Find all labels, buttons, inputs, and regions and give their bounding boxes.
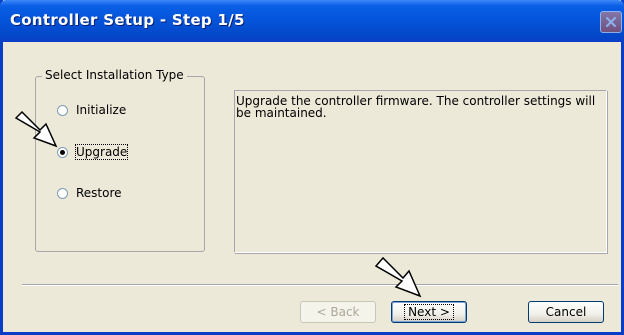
back-button-label: < Back: [316, 305, 360, 319]
radio-restore[interactable]: Restore: [57, 185, 122, 201]
arrow-pointer-icon: [14, 110, 58, 148]
next-button-label: Next >: [404, 304, 454, 320]
window-title: Controller Setup - Step 1/5: [10, 11, 245, 29]
back-button[interactable]: < Back: [300, 301, 376, 323]
radio-upgrade-label: Upgrade: [74, 144, 129, 160]
next-button[interactable]: Next >: [391, 301, 467, 323]
button-separator: [22, 284, 618, 286]
radio-initialize-label: Initialize: [76, 103, 127, 117]
description-text: Upgrade the controller firmware. The con…: [236, 94, 596, 120]
cancel-button-label: Cancel: [545, 305, 587, 319]
radio-upgrade[interactable]: Upgrade: [57, 144, 129, 160]
title-bar: Controller Setup - Step 1/5: [0, 0, 624, 42]
radio-restore-button[interactable]: [57, 187, 68, 199]
install-type-legend: Select Installation Type: [42, 68, 187, 82]
radio-initialize[interactable]: Initialize: [57, 102, 126, 118]
arrow-pointer-icon: [374, 256, 422, 298]
close-icon: [606, 17, 616, 27]
radio-restore-label: Restore: [76, 186, 122, 200]
cancel-button[interactable]: Cancel: [528, 301, 604, 323]
close-button[interactable]: [600, 11, 622, 33]
